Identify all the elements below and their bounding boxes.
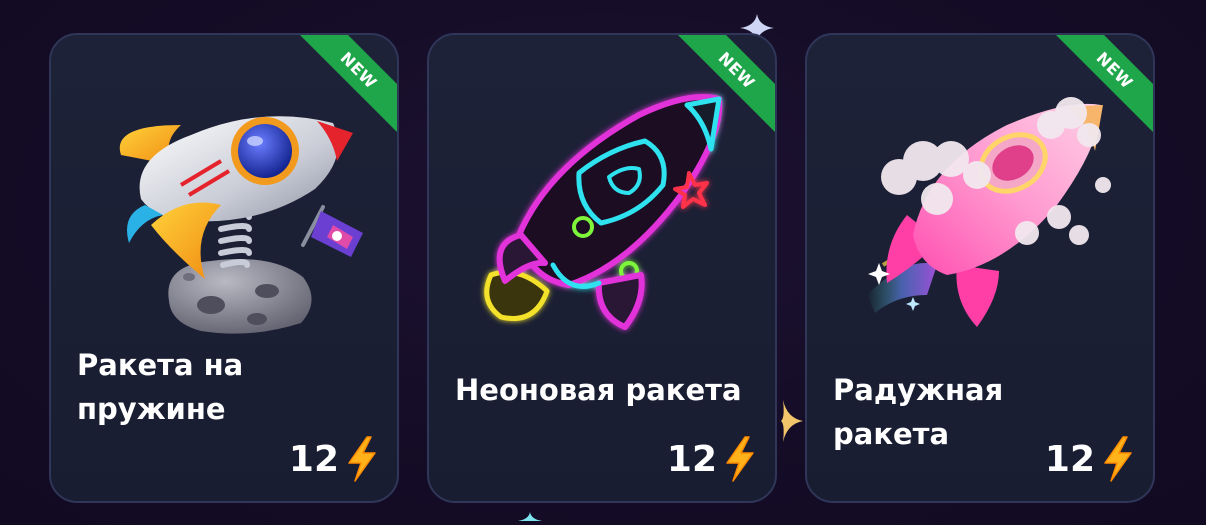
price-value: 12 [1044, 438, 1095, 480]
rainbow-rocket-icon [867, 97, 1111, 327]
product-card-spring-rocket[interactable]: NEW Ракета на пружине 12 [49, 33, 399, 503]
sparkle-icon [781, 400, 803, 442]
product-card-rainbow-rocket[interactable]: NEW Радужная ракета 12 [805, 33, 1155, 503]
price-value: 12 [288, 438, 339, 480]
sparkle-icon [518, 512, 542, 521]
neon-rocket-icon [484, 94, 723, 330]
lightning-bolt-icon [726, 436, 754, 482]
product-card-neon-rocket[interactable]: NEW Неоновая ракета 12 [427, 33, 777, 503]
lightning-bolt-icon [348, 436, 376, 482]
spring-rocket-icon [119, 116, 363, 334]
price-tag: 12 [289, 435, 381, 483]
price-value: 12 [666, 438, 717, 480]
lightning-bolt-icon [1104, 436, 1132, 482]
price-tag: 12 [1045, 435, 1137, 483]
product-title: Ракета на пружине [77, 348, 244, 426]
product-title: Неоновая ракета [455, 373, 742, 407]
price-tag: 12 [667, 435, 759, 483]
